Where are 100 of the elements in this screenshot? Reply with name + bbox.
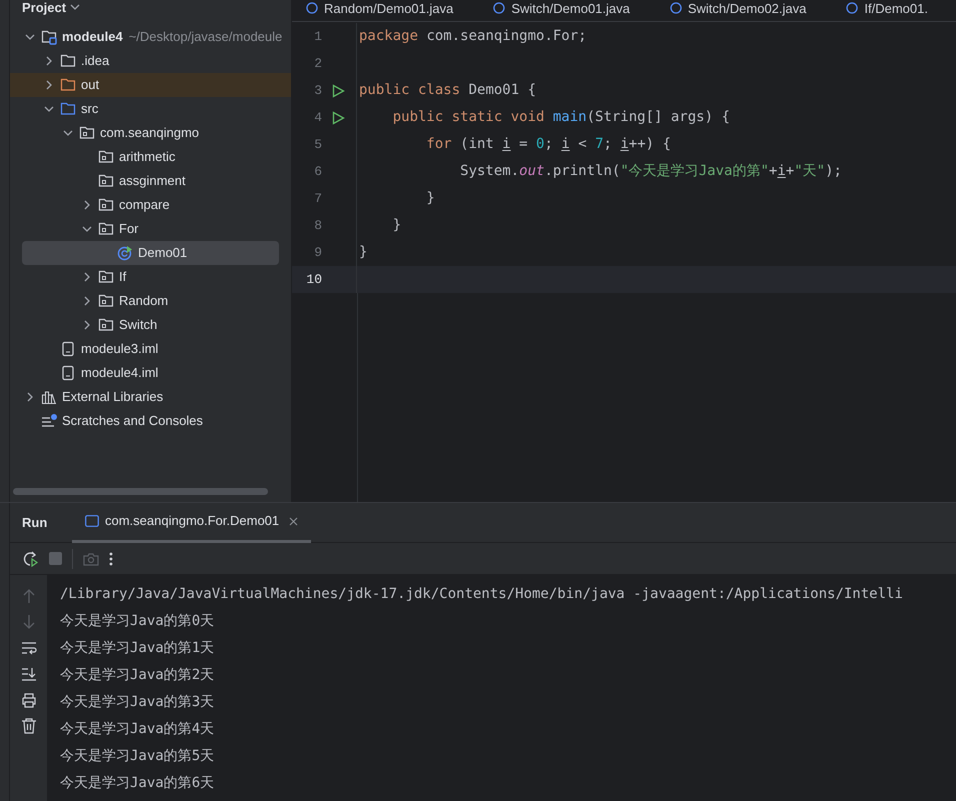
line-number: 6 [313,162,322,181]
close-icon[interactable] [289,516,298,526]
tree-item[interactable]: arithmetic [10,145,291,169]
folder-icon [60,77,76,93]
editor-tab[interactable]: If/Demo01. [846,2,928,16]
package-icon [98,221,114,237]
item-label: arithmetic [119,148,176,166]
file-icon [60,341,76,357]
tree-item[interactable]: com.seanqingmo [10,121,291,145]
tree-item[interactable]: src [10,97,291,121]
class-icon [306,2,318,14]
scratches-icon [41,413,57,429]
package-icon [98,269,114,285]
item-label: If [119,268,126,286]
path-label: ~/Desktop/javase/modeule [128,28,282,46]
panel-title: Project [22,1,66,15]
editor-tab[interactable]: Switch/Demo01.java [493,2,630,16]
code-line: } [358,243,368,262]
code-line: public static void main(String[] args) { [392,108,730,127]
code-line: for (int i = 0; i < 7; i++) { [425,135,671,154]
package-icon [98,173,114,189]
tree-item[interactable]: Scratches and Consoles [10,409,291,433]
code-line: package com.seanqingmo.For; [358,27,587,46]
code-line: } [425,189,435,208]
console-line: 今天是学习Java的第3天 [60,693,216,712]
tree-item[interactable]: Demo01 [22,241,279,265]
console-line: 今天是学习Java的第5天 [60,747,216,766]
item-label: com.seanqingmo [100,124,199,142]
folder-icon [60,53,76,69]
console-line: 今天是学习Java的第1天 [60,639,216,658]
tree-item[interactable]: out [10,73,291,97]
class-icon [846,2,858,14]
trash-icon[interactable] [20,718,36,734]
tree-item[interactable]: .idea [10,49,291,73]
package-icon [98,197,114,213]
tree-item[interactable]: modeule3.iml [10,337,291,361]
line-number: 1 [313,28,322,46]
console-icon [85,515,99,527]
tree-item[interactable]: modeule4 ~/Desktop/javase/modeule [10,25,291,49]
line-number: 9 [313,244,322,262]
rerun-icon[interactable] [23,550,39,566]
class-icon [670,2,682,14]
item-label: modeule3.iml [81,340,158,358]
tree-item[interactable]: External Libraries [10,385,291,409]
class-icon [117,245,133,261]
folder-icon [60,101,76,117]
item-label: assginment [119,172,186,190]
editor-tab[interactable]: Random/Demo01.java [306,2,454,16]
item-label: Switch [119,316,158,334]
line-number: 8 [313,216,322,235]
line-number: 4 [313,108,322,127]
editor-tab[interactable]: Switch/Demo02.java [670,2,806,16]
run-icon[interactable] [332,84,345,98]
item-label: Demo01 [138,244,188,262]
run-tab[interactable]: com.seanqingmo.For.Demo01 [72,502,312,542]
print-icon[interactable] [20,692,36,708]
class-icon [493,2,506,14]
package-icon [98,149,114,165]
console-line: /Library/Java/JavaVirtualMachines/jdk-17.jdk/Contents/Home/bin/java -javaagent:/Applications/Intelli [60,585,904,604]
item-label: out [81,76,100,94]
line-number: 7 [313,190,322,208]
line-number: 2 [313,54,322,73]
item-label: src [81,100,98,118]
item-label: For [119,220,138,238]
file-icon [60,365,76,381]
item-label: compare [119,196,170,214]
code-line: } [392,216,402,235]
line-number: 10 [305,270,322,289]
scroll-to-end-icon[interactable] [20,666,36,682]
run-icon[interactable] [332,110,345,124]
console-line: 今天是学习Java的第0天 [60,612,216,631]
panel-title: Run [22,514,48,532]
item-label: Scratches and Consoles [62,412,203,430]
tree-item[interactable]: If [10,265,291,289]
item-label: modeule4.iml [81,364,158,382]
package-icon [98,317,114,333]
item-label: External Libraries [62,388,164,406]
tree-item[interactable]: For [10,217,291,241]
item-label: .idea [81,52,110,70]
item-label: modeule4 [62,28,123,46]
line-number: 5 [313,136,322,154]
tree-item[interactable]: assginment [10,169,291,193]
package-icon [98,293,114,309]
more-icon[interactable] [109,552,113,566]
console-line: 今天是学习Java的第6天 [60,774,216,793]
code-line: System.out.println("今天是学习Java的第"+i+"天"); [459,162,842,181]
console-line: 今天是学习Java的第2天 [60,666,216,685]
tree-item[interactable]: Switch [10,313,291,337]
soft-wrap-icon[interactable] [20,640,36,656]
console-line: 今天是学习Java的第4天 [60,720,216,739]
item-label: Random [119,292,168,310]
line-number: 3 [313,82,322,100]
scrollbar[interactable] [13,488,268,495]
chevron-down-icon[interactable] [70,3,80,11]
tree-item[interactable]: Random [10,289,291,313]
tree-item[interactable]: compare [10,193,291,217]
module-icon [41,29,57,45]
tree-item[interactable]: modeule4.iml [10,361,291,385]
code-line: public class Demo01 { [358,81,536,100]
package-icon [79,125,95,141]
